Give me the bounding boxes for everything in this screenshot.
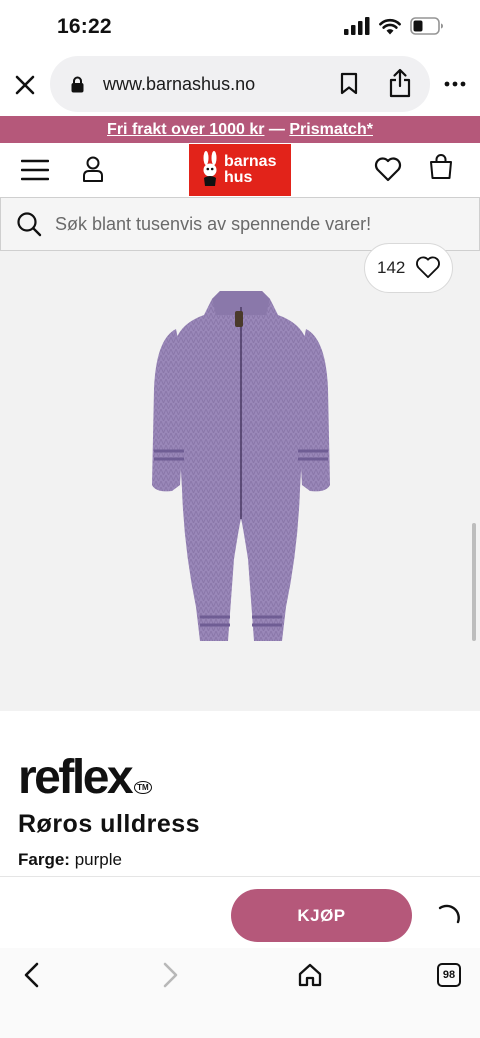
share-icon[interactable]	[388, 68, 412, 98]
buy-bar: KJØP	[0, 876, 480, 948]
close-icon[interactable]	[12, 72, 38, 98]
site-header: barnas hus	[0, 143, 480, 197]
shopping-bag-icon[interactable]	[429, 154, 453, 180]
hamburger-menu-icon[interactable]	[21, 158, 49, 182]
status-bar: 16:22	[0, 0, 480, 56]
logo-line-2: hus	[224, 169, 253, 186]
trademark-mark: TM	[134, 781, 152, 794]
product-gallery[interactable]: 142	[0, 243, 480, 711]
promo-separator: —	[264, 121, 290, 138]
color-row: Farge: purple	[18, 850, 122, 870]
home-icon[interactable]	[297, 962, 323, 988]
price-match-link[interactable]: Prismatch*	[289, 121, 373, 138]
bunny-icon	[203, 151, 217, 186]
forward-icon[interactable]	[160, 962, 180, 988]
product-image[interactable]	[146, 289, 336, 653]
like-button[interactable]: 142	[364, 243, 453, 293]
address-bar[interactable]: www.barnashus.no	[50, 56, 430, 112]
loading-spinner-icon	[438, 904, 460, 924]
url-text[interactable]: www.barnashus.no	[103, 74, 255, 95]
browser-toolbar: www.barnashus.no	[0, 56, 480, 116]
promo-banner: Fri frakt over 1000 kr — Prismatch*	[0, 116, 480, 143]
wifi-icon	[379, 18, 401, 34]
heart-icon[interactable]	[374, 157, 402, 182]
lock-icon	[71, 76, 84, 93]
battery-icon	[410, 17, 443, 35]
brand-logo[interactable]: reflex TM	[18, 751, 152, 804]
search-icon[interactable]	[16, 211, 42, 237]
more-icon[interactable]	[444, 81, 466, 87]
logo-text: barnas hus	[224, 154, 276, 186]
scrollbar[interactable]	[472, 523, 476, 641]
browser-bottom-nav: 98	[0, 948, 480, 1038]
status-time: 16:22	[57, 15, 112, 38]
like-count: 142	[377, 258, 406, 277]
heart-outline-icon	[416, 256, 440, 279]
color-label: Farge:	[18, 850, 70, 869]
logo-line-1: barnas	[224, 153, 277, 170]
cellular-signal-icon	[344, 17, 370, 35]
tabs-button[interactable]: 98	[437, 963, 461, 987]
color-value: purple	[74, 850, 122, 869]
barnashus-logo[interactable]: barnas hus	[189, 144, 291, 196]
status-icons	[344, 17, 444, 35]
bookmark-icon[interactable]	[339, 72, 359, 96]
account-icon[interactable]	[82, 155, 104, 183]
buy-button[interactable]: KJØP	[231, 889, 412, 942]
product-title: Røros ulldress	[18, 810, 201, 838]
free-shipping-link[interactable]: Fri frakt over 1000 kr	[107, 121, 264, 138]
back-icon[interactable]	[22, 962, 42, 988]
brand-name: reflex	[18, 751, 134, 804]
